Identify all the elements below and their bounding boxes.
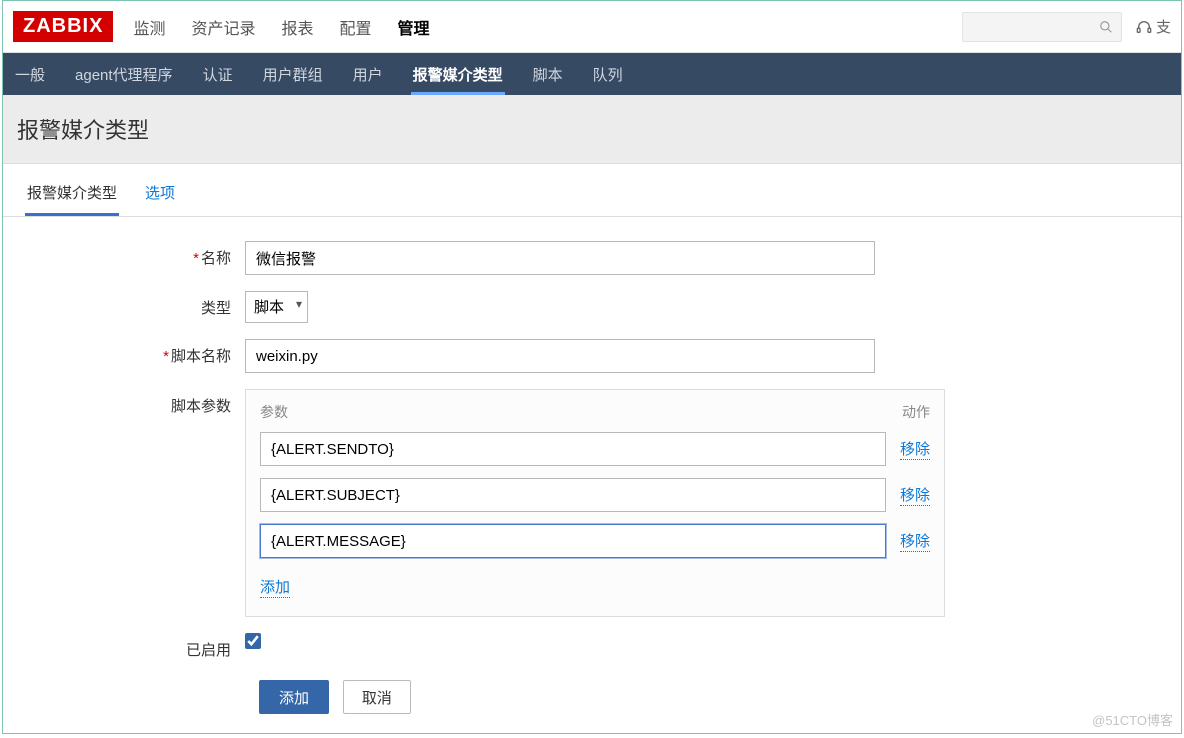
subnav-general[interactable]: 一般 [13,54,47,95]
support-link[interactable]: 支 [1136,16,1171,37]
param-remove-0[interactable]: 移除 [900,438,930,460]
param-row: 移除 [260,478,930,512]
type-select[interactable]: 脚本 [245,291,308,323]
row-name: *名称 [25,241,1159,275]
enabled-checkbox[interactable] [245,633,261,649]
type-select-wrap: 脚本 [245,291,308,323]
params-box: 参数 动作 移除 移除 移除 添加 [245,389,945,617]
support-label: 支 [1156,16,1171,37]
subnav-users[interactable]: 用户 [351,54,385,95]
params-col-action: 动作 [902,402,930,422]
cancel-button[interactable]: 取消 [343,680,411,714]
params-col-param: 参数 [260,402,288,422]
subnav-proxies[interactable]: agent代理程序 [73,54,175,95]
scriptname-label: *脚本名称 [25,339,245,366]
topbar-right: 支 [962,12,1171,42]
name-label-text: 名称 [201,250,231,267]
subnav-mediatypes[interactable]: 报警媒介类型 [411,54,505,95]
row-type: 类型 脚本 [25,291,1159,323]
subnav-auth[interactable]: 认证 [201,54,235,95]
param-input-2[interactable] [260,524,886,558]
params-label: 脚本参数 [25,389,245,416]
scriptname-input[interactable] [245,339,875,373]
form-tabs: 报警媒介类型 选项 [3,164,1181,217]
tab-options[interactable]: 选项 [143,174,177,216]
name-input[interactable] [245,241,875,275]
nav-reports[interactable]: 报表 [279,1,315,53]
nav-monitoring[interactable]: 监测 [131,1,167,53]
tab-mediatype[interactable]: 报警媒介类型 [25,174,119,216]
row-enabled: 已启用 [25,633,1159,660]
top-menu: 监测 资产记录 报表 配置 管理 [131,1,431,53]
scriptname-label-text: 脚本名称 [171,348,231,365]
param-add-link[interactable]: 添加 [260,576,290,598]
page-title: 报警媒介类型 [3,95,1181,164]
sub-navbar: 一般 agent代理程序 认证 用户群组 用户 报警媒介类型 脚本 队列 [3,53,1181,95]
submit-button[interactable]: 添加 [259,680,329,714]
subnav-usergroups[interactable]: 用户群组 [261,54,325,95]
type-label: 类型 [25,291,245,318]
subnav-queue[interactable]: 队列 [591,54,625,95]
headset-icon [1136,19,1152,35]
subnav-scripts[interactable]: 脚本 [531,54,565,95]
name-label: *名称 [25,241,245,268]
top-navbar: ZABBIX 监测 资产记录 报表 配置 管理 支 [3,1,1181,53]
param-remove-1[interactable]: 移除 [900,484,930,506]
search-icon [1099,20,1113,34]
row-scriptname: *脚本名称 [25,339,1159,373]
watermark: @51CTO博客 [1092,710,1173,729]
brand-logo: ZABBIX [13,11,113,42]
param-row: 移除 [260,524,930,558]
enabled-label: 已启用 [25,633,245,660]
param-input-0[interactable] [260,432,886,466]
params-header: 参数 动作 [260,402,930,422]
param-row: 移除 [260,432,930,466]
mediatype-form: *名称 类型 脚本 *脚本名称 脚本参数 参数 动作 移除 [3,217,1181,738]
nav-admin[interactable]: 管理 [396,1,432,53]
global-search[interactable] [962,12,1122,42]
nav-inventory[interactable]: 资产记录 [189,1,257,53]
param-remove-2[interactable]: 移除 [900,530,930,552]
form-buttons: 添加 取消 [259,680,1159,714]
row-params: 脚本参数 参数 动作 移除 移除 移除 添加 [25,389,1159,617]
nav-config[interactable]: 配置 [338,1,374,53]
param-input-1[interactable] [260,478,886,512]
